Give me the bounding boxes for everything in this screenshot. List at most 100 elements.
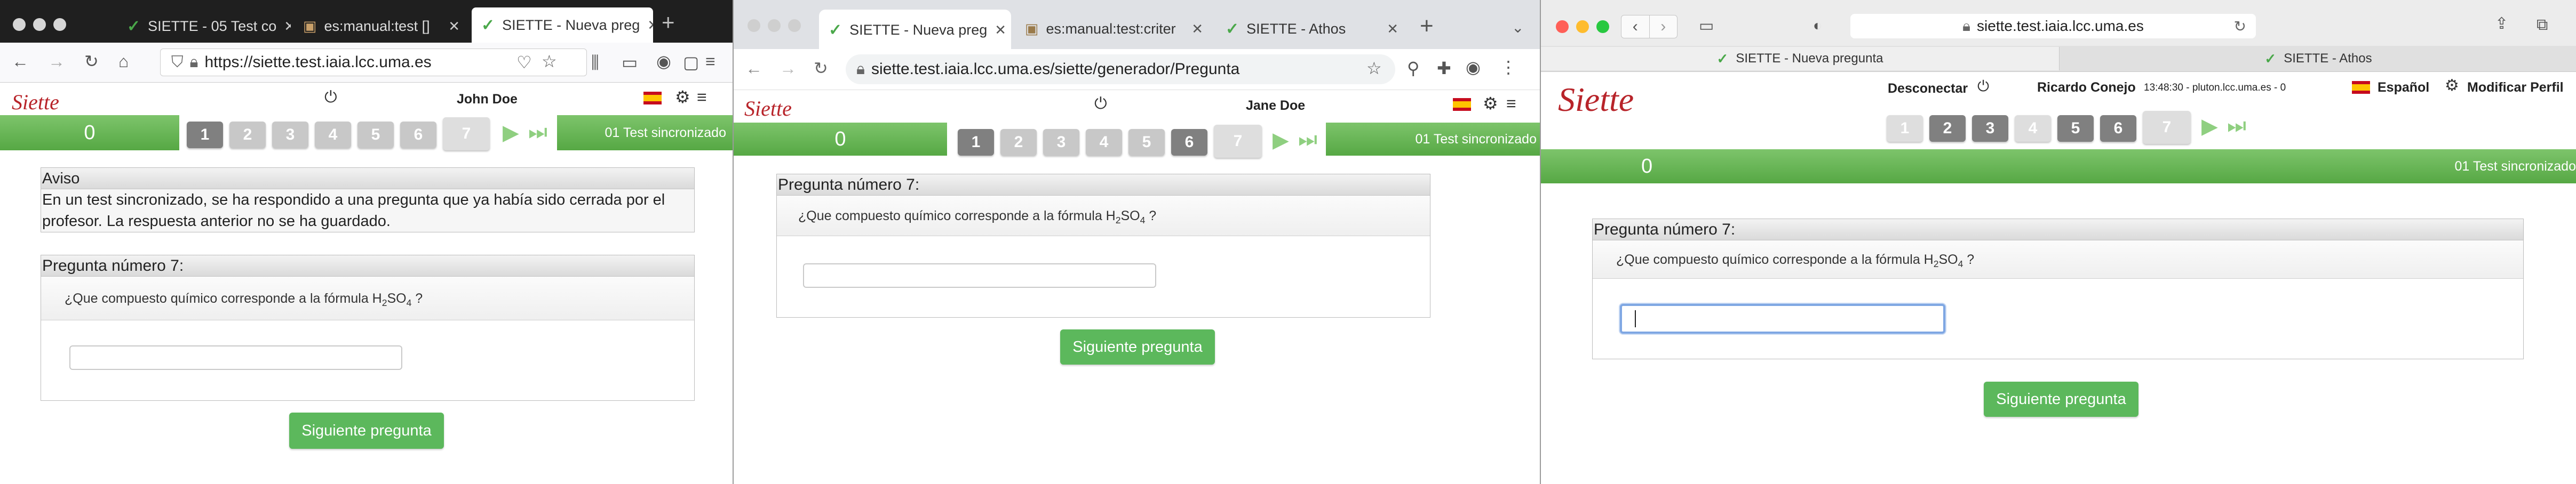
page-button-7[interactable]: 7: [2143, 111, 2191, 144]
spain-flag-icon[interactable]: [2352, 81, 2370, 94]
answer-input[interactable]: [1620, 304, 1945, 334]
modify-profile-link[interactable]: Modificar Perfil: [2467, 80, 2564, 95]
page-button-4[interactable]: 4: [2015, 115, 2051, 142]
page-button-2[interactable]: 2: [1929, 115, 1966, 142]
reload-icon[interactable]: ↻: [2234, 18, 2246, 35]
address-bar[interactable]: 🔒︎ siette.test.iaia.lcc.uma.es ↻: [1850, 14, 2256, 38]
account-icon[interactable]: ◉: [656, 53, 671, 70]
profile-icon[interactable]: ◉: [1466, 59, 1481, 76]
maximize-window-button[interactable]: [1596, 20, 1609, 33]
next-question-button[interactable]: Siguiente pregunta: [1984, 382, 2138, 417]
page-button-1[interactable]: 1: [187, 122, 223, 148]
last-page-icon[interactable]: ⏭: [2227, 114, 2246, 138]
tab-siette-nueva-active[interactable]: ✓ SIETTE - Nueva preg ✕: [819, 10, 1011, 50]
next-page-icon[interactable]: ▶: [1273, 128, 1289, 152]
page-button-2[interactable]: 2: [229, 122, 266, 148]
minimize-window-button[interactable]: [33, 18, 46, 31]
library-icon[interactable]: ⫼: [591, 54, 599, 71]
maximize-window-button[interactable]: [53, 18, 66, 31]
new-tab-button[interactable]: +: [1420, 13, 1434, 39]
minimize-window-button[interactable]: [1576, 20, 1589, 33]
page-button-1[interactable]: 1: [1887, 115, 1923, 142]
page-button-6[interactable]: 6: [400, 122, 436, 148]
close-tab-icon[interactable]: ✕: [1387, 21, 1398, 37]
share-icon[interactable]: ⇪: [2495, 16, 2508, 32]
close-window-button[interactable]: [13, 18, 26, 31]
gear-icon[interactable]: ⚙: [675, 88, 690, 106]
next-page-icon[interactable]: ▶: [503, 120, 519, 145]
page-button-3[interactable]: 3: [272, 122, 308, 148]
power-icon[interactable]: ⏻: [324, 90, 337, 106]
page-button-7[interactable]: 7: [443, 117, 490, 150]
page-button-7[interactable]: 7: [1214, 125, 1262, 158]
menu-icon[interactable]: ≡: [705, 53, 715, 70]
page-button-5[interactable]: 5: [1128, 129, 1165, 156]
last-page-icon[interactable]: ⏭: [528, 120, 547, 144]
minimize-window-button[interactable]: [768, 19, 781, 32]
close-window-button[interactable]: [1556, 20, 1569, 33]
back-icon[interactable]: ←: [745, 60, 762, 77]
sidebar-icon[interactable]: ▭: [1699, 18, 1714, 34]
spain-flag-icon[interactable]: [643, 92, 662, 104]
forward-icon[interactable]: →: [780, 60, 797, 77]
reload-icon[interactable]: ↻: [814, 60, 828, 77]
pocket-icon[interactable]: ♡: [516, 54, 532, 71]
pin-icon[interactable]: ⚲: [1407, 60, 1419, 77]
tab-es-manual-criter[interactable]: ▣ es:manual:test:criter ✕: [1015, 12, 1213, 46]
page-button-5[interactable]: 5: [2057, 115, 2094, 142]
next-page-icon[interactable]: ▶: [2201, 114, 2218, 139]
sidebar-icon[interactable]: ▭: [622, 54, 638, 71]
forward-icon[interactable]: ›: [1649, 15, 1677, 38]
language-select[interactable]: Español: [2378, 80, 2429, 95]
power-icon[interactable]: ⏻: [1094, 96, 1107, 112]
tab-search-icon[interactable]: ⌄: [1512, 20, 1524, 35]
forward-icon[interactable]: →: [48, 53, 65, 70]
page-button-1[interactable]: 1: [958, 129, 994, 156]
tab-es-manual[interactable]: ▣ es:manual:test [] ✕: [293, 10, 470, 43]
siette-logo[interactable]: Siette: [12, 90, 59, 115]
page-button-2[interactable]: 2: [1000, 129, 1037, 156]
page-button-3[interactable]: 3: [1043, 129, 1079, 156]
back-icon[interactable]: ‹: [1621, 15, 1649, 38]
privacy-shield-icon[interactable]: ◐: [1813, 18, 1822, 33]
home-icon[interactable]: ⌂: [118, 53, 129, 70]
last-page-icon[interactable]: ⏭: [1298, 128, 1317, 152]
bookmark-star-icon[interactable]: ☆: [1366, 60, 1382, 77]
close-window-button[interactable]: [748, 19, 760, 32]
next-question-button[interactable]: Siguiente pregunta: [1060, 329, 1215, 365]
extensions-icon[interactable]: ✚: [1437, 60, 1451, 77]
tab-siette-nueva-active[interactable]: ✓ SIETTE - Nueva pregunta: [1541, 47, 2059, 70]
spain-flag-icon[interactable]: [1453, 98, 1471, 111]
back-icon[interactable]: ←: [12, 53, 29, 70]
gear-icon[interactable]: ⚙: [1483, 95, 1498, 112]
tab-siette-nueva-active[interactable]: ✓ SIETTE - Nueva preg ✕: [472, 7, 653, 43]
page-button-5[interactable]: 5: [357, 122, 394, 148]
tab-siette-athos[interactable]: ✓ SIETTE - Athos: [2059, 47, 2576, 70]
answer-input[interactable]: [803, 263, 1156, 288]
tab-siette-05[interactable]: ✓ SIETTE - 05 Test co ✕: [117, 10, 291, 43]
page-button-6[interactable]: 6: [1171, 129, 1207, 156]
gear-icon[interactable]: ⚙: [2445, 78, 2459, 94]
menu-icon[interactable]: ≡: [697, 88, 707, 106]
tab-siette-athos[interactable]: ✓ SIETTE - Athos ✕: [1216, 12, 1408, 46]
close-tab-icon[interactable]: ✕: [284, 18, 291, 35]
page-button-6[interactable]: 6: [2100, 115, 2136, 142]
new-tab-button[interactable]: +: [662, 10, 675, 35]
disconnect-link[interactable]: Desconectar: [1888, 81, 1968, 96]
reload-icon[interactable]: ↻: [84, 53, 99, 70]
next-question-button[interactable]: Siguiente pregunta: [289, 413, 444, 449]
more-menu-icon[interactable]: ⋮: [1500, 59, 1517, 76]
tab-overview-icon[interactable]: ⧉: [2537, 17, 2548, 33]
close-tab-icon[interactable]: ✕: [995, 22, 1006, 38]
close-tab-icon[interactable]: ✕: [647, 17, 653, 34]
power-icon[interactable]: ⏻: [1977, 79, 1989, 94]
address-bar[interactable]: 🔒︎ siette.test.iaia.lcc.uma.es/siette/ge…: [846, 54, 1395, 84]
page-button-4[interactable]: 4: [315, 122, 351, 148]
maximize-window-button[interactable]: [788, 19, 801, 32]
siette-logo[interactable]: Siette: [744, 96, 792, 121]
menu-icon[interactable]: ≡: [1506, 95, 1516, 112]
siette-logo[interactable]: Siette: [1558, 80, 1634, 119]
close-tab-icon[interactable]: ✕: [1191, 21, 1203, 37]
answer-input[interactable]: [69, 345, 402, 370]
bookmark-star-icon[interactable]: ☆: [542, 53, 557, 70]
